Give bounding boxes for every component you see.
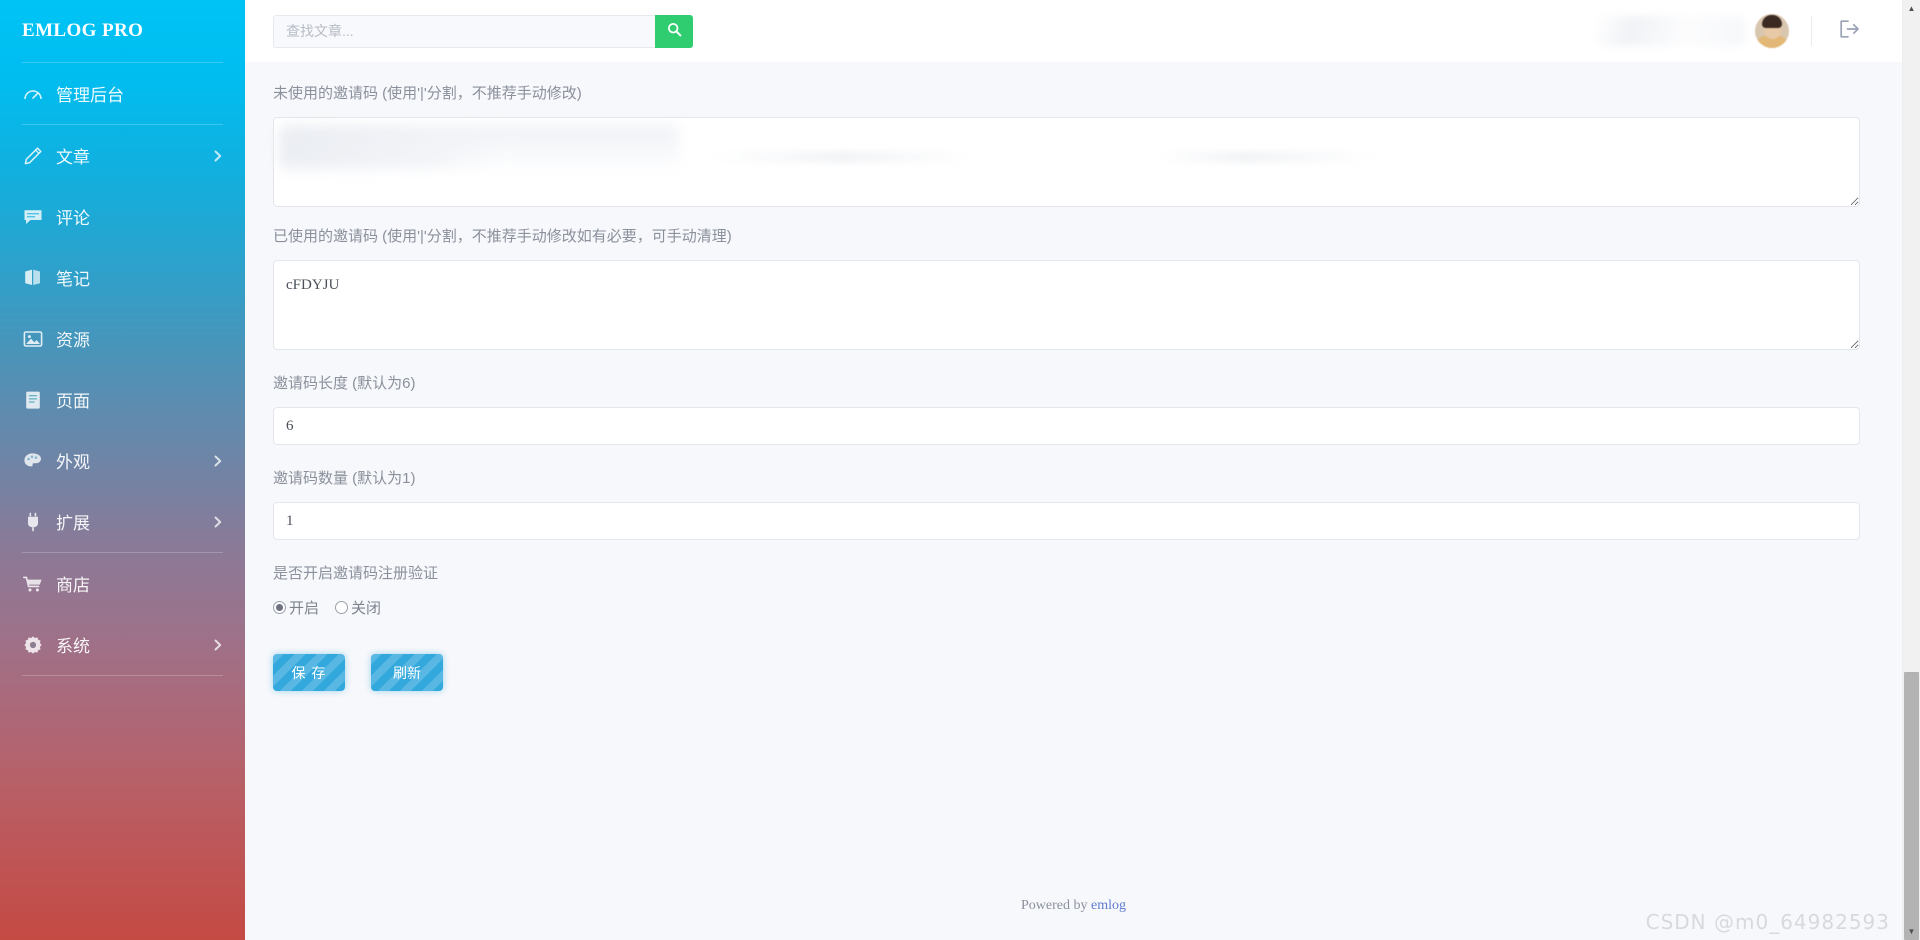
page-scrollbar[interactable]: ▲ ▼ xyxy=(1902,0,1920,940)
unused-codes-label: 未使用的邀请码 (使用'|'分割，不推荐手动修改) xyxy=(273,85,582,102)
topbar-right xyxy=(1595,0,1920,62)
footer-emlog-link[interactable]: emlog xyxy=(1091,898,1126,913)
radio-option-on[interactable]: 开启 xyxy=(273,597,319,618)
sidebar-item-appearance[interactable]: 外观 xyxy=(0,430,245,491)
comment-icon xyxy=(20,206,46,228)
sidebar-item-plugin[interactable]: 扩展 xyxy=(0,491,245,552)
sidebar-item-resource[interactable]: 资源 xyxy=(0,308,245,369)
sidebar-item-label: 页面 xyxy=(56,392,90,411)
chevron-right-icon xyxy=(211,515,225,529)
code-length-label: 邀请码长度 (默认为6) xyxy=(273,375,416,392)
radio-label-off: 关闭 xyxy=(351,600,382,617)
footer: Powered by emlog xyxy=(245,898,1902,914)
search-bar xyxy=(273,14,693,48)
field-unused-codes: 未使用的邀请码 (使用'|'分割，不推荐手动修改) xyxy=(273,84,1860,207)
unused-codes-wrapper xyxy=(273,117,1860,207)
sidebar-item-label: 外观 xyxy=(56,453,90,472)
sidebar-item-label: 管理后台 xyxy=(56,86,124,105)
plug-icon xyxy=(20,511,46,533)
logout-button[interactable] xyxy=(1834,16,1864,46)
sidebar: EMLOG PRO 管理后台 文章 评论 笔记 资源 页面 外观 扩展 商店 系… xyxy=(0,0,245,940)
sidebar-item-label: 系统 xyxy=(56,637,90,656)
avatar-hair xyxy=(1762,15,1782,28)
page-icon xyxy=(20,389,46,411)
search-button[interactable] xyxy=(655,14,693,48)
code-length-input[interactable] xyxy=(273,407,1860,445)
brand-title: EMLOG PRO xyxy=(22,20,144,41)
chevron-right-icon xyxy=(211,638,225,652)
palette-icon xyxy=(20,450,46,472)
sidebar-item-page[interactable]: 页面 xyxy=(0,369,245,430)
code-count-input[interactable] xyxy=(273,502,1860,540)
field-used-codes: 已使用的邀请码 (使用'|'分割，不推荐手动修改如有必要，可手动清理) xyxy=(273,227,1860,350)
app-root: EMLOG PRO 管理后台 文章 评论 笔记 资源 页面 外观 扩展 商店 系… xyxy=(0,0,1920,940)
sidebar-item-label: 评论 xyxy=(56,209,90,228)
search-input[interactable] xyxy=(273,14,655,48)
sidebar-item-dashboard[interactable]: 管理后台 xyxy=(0,63,245,124)
enable-invite-label: 是否开启邀请码注册验证 xyxy=(273,565,439,582)
footer-prefix: Powered by xyxy=(1021,898,1091,913)
sidebar-item-label: 商店 xyxy=(56,576,90,595)
refresh-button[interactable]: 刷新 xyxy=(371,654,443,691)
enable-invite-radio-group: 开启 关闭 xyxy=(273,597,1860,618)
field-enable-invite: 是否开启邀请码注册验证 开启 关闭 xyxy=(273,564,1860,618)
scrollbar-thumb[interactable] xyxy=(1904,672,1919,940)
gear-icon xyxy=(20,634,46,656)
scrollbar-down-arrow[interactable]: ▼ xyxy=(1903,923,1920,940)
content-area: 未使用的邀请码 (使用'|'分割，不推荐手动修改) 已使用的邀请码 (使用'|'… xyxy=(245,62,1902,940)
main-area: 未使用的邀请码 (使用'|'分割，不推荐手动修改) 已使用的邀请码 (使用'|'… xyxy=(245,0,1920,940)
scrollbar-up-arrow[interactable]: ▲ xyxy=(1903,0,1920,17)
sidebar-item-label: 扩展 xyxy=(56,514,90,533)
note-icon xyxy=(20,267,46,289)
topbar xyxy=(245,0,1920,62)
sidebar-divider-bottom xyxy=(22,675,223,676)
radio-label-on: 开启 xyxy=(289,600,320,617)
sidebar-item-article[interactable]: 文章 xyxy=(0,125,245,186)
brand[interactable]: EMLOG PRO xyxy=(0,0,245,62)
radio-option-off[interactable]: 关闭 xyxy=(335,597,381,618)
image-icon xyxy=(20,328,46,350)
avatar[interactable] xyxy=(1755,14,1789,48)
sidebar-item-note[interactable]: 笔记 xyxy=(0,247,245,308)
field-code-count: 邀请码数量 (默认为1) xyxy=(273,469,1860,540)
used-codes-textarea[interactable] xyxy=(273,260,1860,350)
search-icon xyxy=(667,22,682,40)
topbar-divider xyxy=(1811,16,1812,46)
sidebar-item-label: 笔记 xyxy=(56,270,90,289)
sidebar-item-system[interactable]: 系统 xyxy=(0,614,245,675)
logout-icon xyxy=(1838,19,1860,44)
code-count-label: 邀请码数量 (默认为1) xyxy=(273,470,416,487)
button-row: 保 存 刷新 xyxy=(273,654,1860,691)
unused-codes-textarea[interactable] xyxy=(273,117,1860,207)
chevron-right-icon xyxy=(211,149,225,163)
used-codes-label: 已使用的邀请码 (使用'|'分割，不推荐手动修改如有必要，可手动清理) xyxy=(273,228,732,245)
radio-dot-on[interactable] xyxy=(273,601,286,614)
sidebar-item-store[interactable]: 商店 xyxy=(0,553,245,614)
sidebar-item-label: 文章 xyxy=(56,148,90,167)
pencil-icon xyxy=(20,145,46,167)
username-blurred xyxy=(1595,16,1745,46)
field-code-length: 邀请码长度 (默认为6) xyxy=(273,374,1860,445)
radio-dot-off[interactable] xyxy=(335,601,349,614)
chevron-right-icon xyxy=(211,454,225,468)
cart-icon xyxy=(20,573,46,595)
dashboard-icon xyxy=(20,83,46,105)
save-button[interactable]: 保 存 xyxy=(273,654,345,691)
sidebar-item-label: 资源 xyxy=(56,331,90,350)
sidebar-item-comment[interactable]: 评论 xyxy=(0,186,245,247)
